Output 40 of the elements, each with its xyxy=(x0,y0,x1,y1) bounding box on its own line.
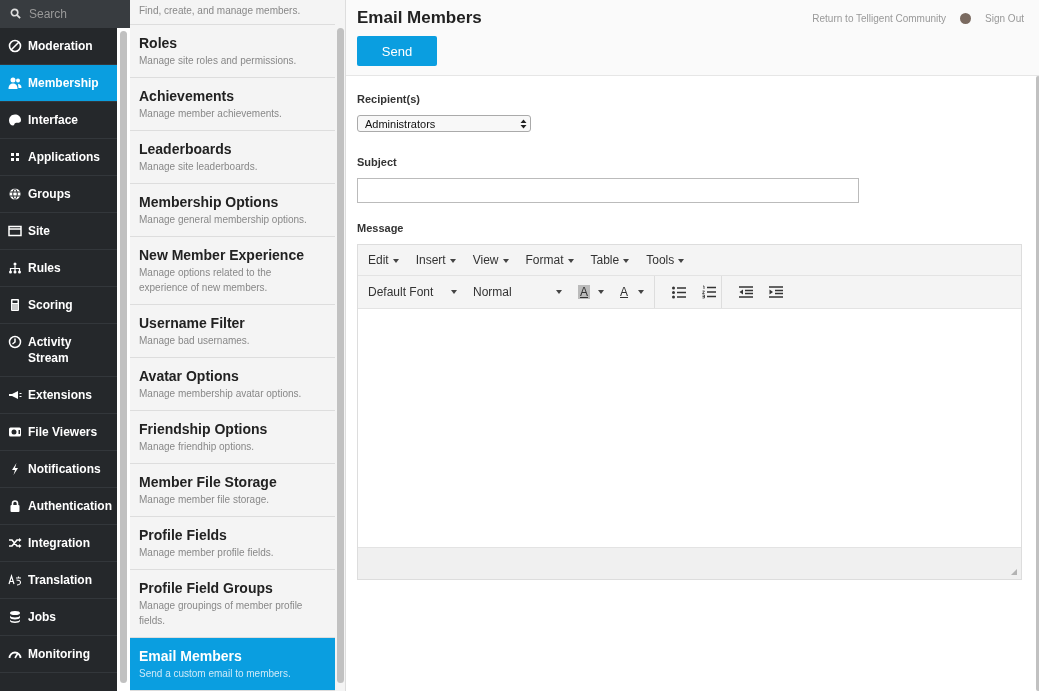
subject-input[interactable] xyxy=(357,178,859,203)
indent-icon[interactable] xyxy=(769,286,784,298)
resize-grip-icon[interactable] xyxy=(1010,568,1018,576)
palette-icon xyxy=(8,113,22,127)
clock-icon xyxy=(8,335,22,349)
editor-menu-item[interactable]: Table xyxy=(590,253,630,267)
outdent-icon[interactable] xyxy=(739,286,754,298)
shuffle-icon xyxy=(8,536,22,550)
editor-menu-item[interactable]: View xyxy=(472,253,509,267)
highlight-color-button[interactable]: A xyxy=(578,285,604,299)
lock-icon xyxy=(8,499,22,513)
grid-icon xyxy=(8,150,22,164)
field-label: Recipient(s) xyxy=(357,93,421,105)
toolbar-dropdown[interactable]: Normal xyxy=(473,285,562,299)
search-field[interactable]: Search xyxy=(0,0,130,28)
field-label: Message xyxy=(357,222,405,234)
text-color-button[interactable]: A xyxy=(618,285,645,299)
megaphone-icon xyxy=(8,388,22,402)
bullet-list-icon[interactable] xyxy=(672,285,687,299)
field-label: Subject xyxy=(357,156,398,168)
hierarchy-icon xyxy=(8,261,22,275)
numbered-list-icon[interactable] xyxy=(702,285,717,299)
editor-menu-item[interactable]: Insert xyxy=(415,253,456,267)
editor-menu-item[interactable]: Tools xyxy=(646,253,685,267)
scrollbar[interactable] xyxy=(117,28,130,691)
translate-icon xyxy=(8,573,22,587)
toolbar-dropdown[interactable]: Default Font xyxy=(368,285,457,299)
editor-menu-item[interactable]: Edit xyxy=(368,253,399,267)
editor-menu-item[interactable]: Format xyxy=(525,253,574,267)
updown-arrows-icon xyxy=(520,118,527,129)
page-title: Email Members xyxy=(357,8,482,28)
calculator-icon xyxy=(8,298,22,312)
people-icon xyxy=(8,76,22,90)
avatar[interactable] xyxy=(960,12,972,24)
video-camera-icon xyxy=(8,425,22,439)
window-icon xyxy=(8,224,22,238)
recipients-select[interactable]: Administrators xyxy=(357,115,531,132)
database-icon xyxy=(8,610,22,624)
globe-icon xyxy=(8,187,22,201)
prohibited-icon xyxy=(8,39,22,53)
